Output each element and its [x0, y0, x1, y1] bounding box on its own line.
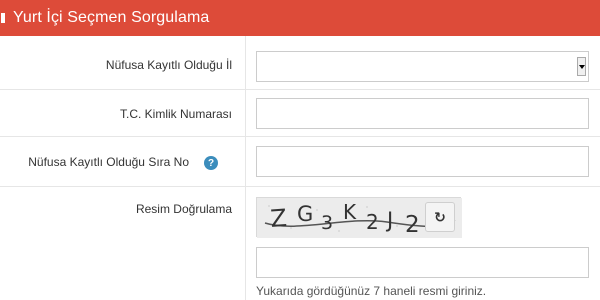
svg-text:K: K	[343, 200, 357, 224]
header-bar-icon	[1, 13, 5, 23]
sira-label: Nüfusa Kayıtlı Olduğu Sıra No	[28, 155, 189, 169]
svg-text:J: J	[385, 208, 393, 232]
captcha-hint: Yukarıda gördüğünüz 7 haneli resmi girin…	[256, 284, 487, 298]
province-label: Nüfusa Kayıtlı Olduğu İl	[105, 58, 232, 72]
sira-input[interactable]	[256, 146, 589, 177]
label-cell: Nüfusa Kayıtlı Olduğu Sıra No ?	[0, 137, 246, 186]
svg-text:Z: Z	[269, 204, 287, 233]
svg-text:3: 3	[321, 212, 333, 234]
svg-text:2: 2	[366, 210, 379, 234]
form-row-captcha: Resim Doğrulama Z G 3 K 2 J 2 ↻ Yukarıda…	[0, 187, 600, 300]
tc-label: T.C. Kimlik Numarası	[119, 107, 232, 121]
question-circle-icon[interactable]: ?	[204, 156, 218, 170]
svg-text:2: 2	[405, 212, 420, 238]
form-row-tc: T.C. Kimlik Numarası	[0, 90, 600, 137]
captcha-input[interactable]	[256, 247, 589, 278]
form-row-province: Nüfusa Kayıtlı Olduğu İl	[0, 36, 600, 90]
label-cell: Nüfusa Kayıtlı Olduğu İl	[0, 36, 246, 89]
form-row-sira: Nüfusa Kayıtlı Olduğu Sıra No ?	[0, 137, 600, 187]
label-cell: Resim Doğrulama	[0, 187, 246, 300]
svg-text:G: G	[297, 202, 313, 226]
tc-input[interactable]	[256, 98, 589, 129]
province-select[interactable]	[256, 51, 589, 82]
chevron-down-icon[interactable]	[577, 57, 586, 76]
page-title: Yurt İçi Seçmen Sorgulama	[13, 9, 210, 26]
label-cell: T.C. Kimlik Numarası	[0, 90, 246, 136]
refresh-icon[interactable]: ↻	[425, 202, 455, 232]
page-header: Yurt İçi Seçmen Sorgulama	[0, 0, 600, 36]
captcha-label: Resim Doğrulama	[135, 202, 232, 216]
